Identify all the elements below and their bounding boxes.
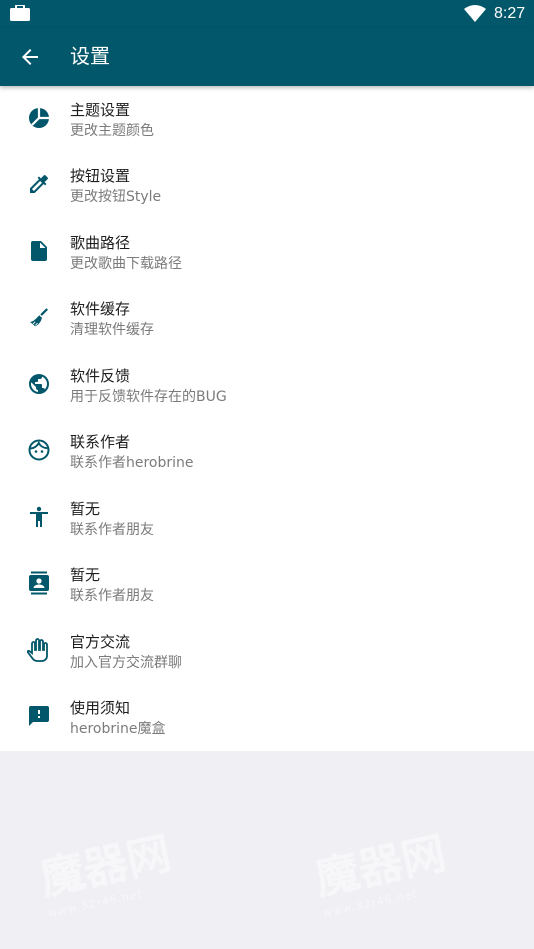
settings-item-feedback[interactable]: 软件反馈 用于反馈软件存在的BUG	[0, 352, 534, 418]
settings-item-song-path[interactable]: 歌曲路径 更改歌曲下载路径	[0, 219, 534, 285]
item-subtitle: 更改按钮Style	[70, 189, 162, 205]
item-title: 暂无	[70, 500, 101, 518]
item-title: 主题设置	[70, 101, 131, 119]
broom-icon	[30, 308, 48, 327]
feedback-icon	[29, 706, 49, 726]
item-subtitle: 加入官方交流群聊	[70, 655, 182, 671]
item-subtitle: 联系作者herobrine	[70, 455, 194, 471]
accessibility-icon	[30, 506, 48, 527]
palette-icon	[29, 108, 49, 128]
settings-item-official-group[interactable]: 官方交流 加入官方交流群聊	[0, 618, 534, 684]
watermark-logo: 魔器网 www.32r46.net	[33, 817, 178, 920]
settings-item-placeholder-2[interactable]: 暂无 联系作者朋友	[0, 551, 534, 617]
contact-card-icon	[29, 571, 49, 595]
eyedropper-icon	[30, 175, 48, 193]
wifi-icon	[464, 5, 486, 22]
item-title: 暂无	[70, 566, 101, 584]
briefcase-icon	[10, 5, 30, 21]
status-time: 8:27	[494, 5, 526, 22]
item-subtitle: 更改主题颜色	[70, 123, 154, 139]
file-icon	[31, 241, 47, 261]
item-title: 软件反馈	[70, 367, 131, 385]
item-title: 按钮设置	[70, 167, 131, 185]
item-title: 软件缓存	[70, 300, 131, 318]
settings-item-placeholder-1[interactable]: 暂无 联系作者朋友	[0, 485, 534, 551]
watermark-logo: 魔器网 www.32r46.net	[308, 817, 453, 920]
item-subtitle: 联系作者朋友	[70, 588, 154, 604]
settings-item-theme[interactable]: 主题设置 更改主题颜色	[0, 86, 534, 152]
item-title: 使用须知	[70, 699, 131, 717]
item-subtitle: 联系作者朋友	[70, 522, 154, 538]
page-title: 设置	[70, 44, 110, 68]
item-subtitle: 用于反馈软件存在的BUG	[70, 389, 227, 405]
settings-item-cache[interactable]: 软件缓存 清理软件缓存	[0, 285, 534, 351]
item-subtitle: 更改歌曲下载路径	[70, 256, 182, 272]
settings-item-usage-notice[interactable]: 使用须知 herobrine魔盒	[0, 684, 534, 750]
app-bar: 设置	[0, 28, 534, 86]
item-title: 联系作者	[70, 433, 131, 451]
back-arrow-icon[interactable]	[18, 45, 42, 69]
item-title: 官方交流	[70, 633, 131, 651]
item-subtitle: herobrine魔盒	[70, 721, 166, 737]
item-title: 歌曲路径	[70, 234, 131, 252]
hand-icon	[27, 638, 48, 662]
item-subtitle: 清理软件缓存	[70, 322, 154, 338]
status-bar: 8:27	[0, 0, 534, 28]
settings-item-contact-author[interactable]: 联系作者 联系作者herobrine	[0, 418, 534, 484]
face-icon	[28, 439, 50, 461]
settings-item-button[interactable]: 按钮设置 更改按钮Style	[0, 152, 534, 218]
globe-icon	[29, 374, 49, 394]
settings-list: 主题设置 更改主题颜色 按钮设置 更改按钮Style 歌曲路径 更改歌曲下载路径…	[0, 86, 534, 751]
